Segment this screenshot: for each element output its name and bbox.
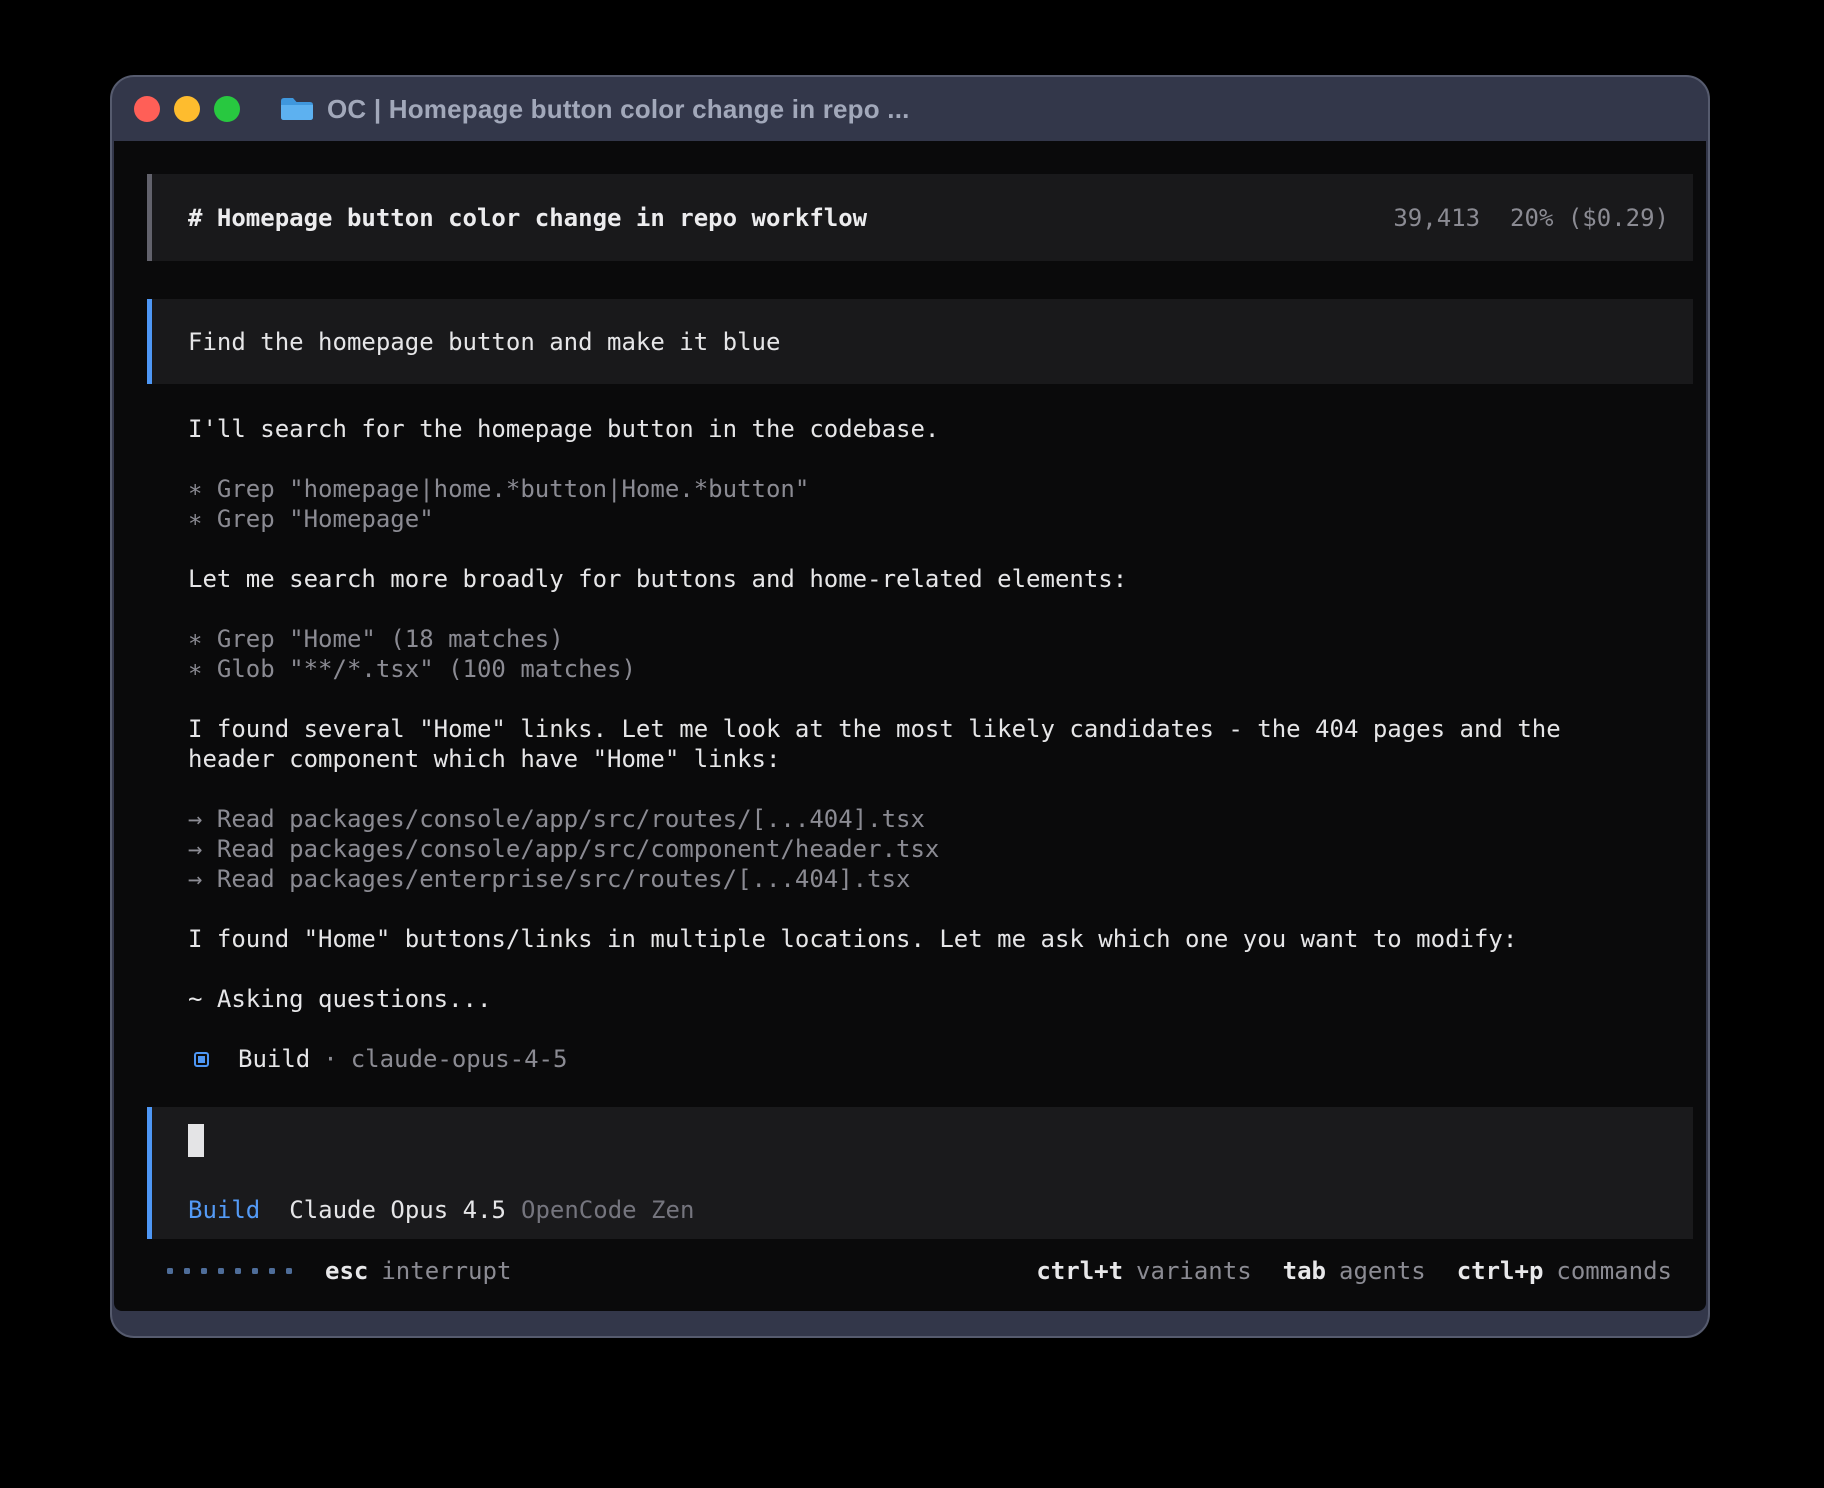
transcript-line: ~ Asking questions... — [188, 984, 1693, 1014]
hint-interrupt: esc interrupt — [325, 1256, 511, 1286]
session-title: # Homepage button color change in repo w… — [188, 203, 867, 233]
input-meta-row: Build Claude Opus 4.5 OpenCode Zen — [188, 1195, 1693, 1225]
mode-badge[interactable]: Build — [188, 1195, 260, 1225]
traffic-lights — [112, 96, 240, 122]
session-header: # Homepage button color change in repo w… — [147, 174, 1693, 261]
agent-icon-dot — [198, 1056, 205, 1063]
spinner-dot — [235, 1268, 241, 1274]
transcript-line: ∗ Grep "homepage|home.*button|Home.*butt… — [188, 474, 1693, 504]
transcript-line: ∗ Grep "Home" (18 matches) — [188, 624, 1693, 654]
user-message-text: Find the homepage button and make it blu… — [188, 327, 780, 357]
hint-label: variants — [1136, 1257, 1252, 1285]
hint-commands: ctrl+p commands — [1457, 1256, 1672, 1286]
transcript-line: ∗ Grep "Homepage" — [188, 504, 1693, 534]
minimize-button[interactable] — [174, 96, 200, 122]
transcript-block: I found several "Home" links. Let me loo… — [188, 714, 1693, 774]
spinner-dot — [167, 1268, 173, 1274]
terminal-window: OC | Homepage button color change in rep… — [110, 75, 1710, 1338]
transcript-line: → Read packages/enterprise/src/routes/[.… — [188, 864, 1693, 894]
spinner-dot — [286, 1268, 292, 1274]
key-tab: tab — [1283, 1257, 1326, 1285]
hint-variants: ctrl+t variants — [1036, 1256, 1251, 1286]
transcript-block: ~ Asking questions... — [188, 984, 1693, 1014]
transcript-line: I found "Home" buttons/links in multiple… — [188, 924, 1693, 954]
user-message: Find the homepage button and make it blu… — [147, 299, 1693, 384]
hint-label: commands — [1556, 1257, 1672, 1285]
token-count: 39,413 — [1393, 203, 1480, 233]
transcript-line: I found several "Home" links. Let me loo… — [188, 714, 1693, 744]
window-title: OC | Homepage button color change in rep… — [327, 94, 910, 125]
agent-icon — [194, 1052, 209, 1067]
transcript: I'll search for the homepage button in t… — [188, 414, 1693, 1014]
agent-model: claude-opus-4-5 — [351, 1044, 568, 1074]
hint-label: agents — [1339, 1257, 1426, 1285]
hint-agents: tab agents — [1283, 1256, 1426, 1286]
transcript-line: ∗ Glob "**/*.tsx" (100 matches) — [188, 654, 1693, 684]
zoom-button[interactable] — [214, 96, 240, 122]
status-right: ctrl+t variants tab agents ctrl+p commands — [1036, 1256, 1672, 1286]
agent-status-line: Build · claude-opus-4-5 — [194, 1044, 1706, 1074]
transcript-line: → Read packages/console/app/src/routes/[… — [188, 804, 1693, 834]
transcript-line: header component which have "Home" links… — [188, 744, 1693, 774]
spinner-dot — [184, 1268, 190, 1274]
spinner-dot — [269, 1268, 275, 1274]
transcript-block: ∗ Grep "homepage|home.*button|Home.*butt… — [188, 474, 1693, 534]
transcript-line: Let me search more broadly for buttons a… — [188, 564, 1693, 594]
spinner-dot — [201, 1268, 207, 1274]
desktop-background: OC | Homepage button color change in rep… — [0, 0, 1824, 1488]
separator-dot-icon: · — [323, 1044, 337, 1074]
transcript-line: → Read packages/console/app/src/componen… — [188, 834, 1693, 864]
text-cursor — [188, 1124, 204, 1157]
stats-spacer — [1480, 203, 1510, 233]
esc-label: interrupt — [381, 1257, 511, 1285]
key-ctrl+t: ctrl+t — [1036, 1257, 1123, 1285]
close-button[interactable] — [134, 96, 160, 122]
agent-name: Build — [238, 1044, 310, 1074]
title-group: OC | Homepage button color change in rep… — [280, 94, 910, 125]
folder-icon — [280, 95, 314, 123]
transcript-block: → Read packages/console/app/src/routes/[… — [188, 804, 1693, 894]
transcript-block: I found "Home" buttons/links in multiple… — [188, 924, 1693, 954]
prompt-input[interactable]: Build Claude Opus 4.5 OpenCode Zen — [147, 1107, 1693, 1239]
model-name[interactable]: Claude Opus 4.5 — [289, 1195, 506, 1225]
context-usage: 20% ($0.29) — [1510, 203, 1669, 233]
transcript-block: ∗ Grep "Home" (18 matches)∗ Glob "**/*.t… — [188, 624, 1693, 684]
spinner-dot — [252, 1268, 258, 1274]
transcript-line: I'll search for the homepage button in t… — [188, 414, 1693, 444]
transcript-block: Let me search more broadly for buttons a… — [188, 564, 1693, 594]
provider-name: OpenCode Zen — [521, 1195, 694, 1225]
terminal-content: # Homepage button color change in repo w… — [114, 141, 1706, 1311]
spinner-dot — [218, 1268, 224, 1274]
window-titlebar[interactable]: OC | Homepage button color change in rep… — [112, 77, 1708, 141]
key-ctrl+p: ctrl+p — [1457, 1257, 1544, 1285]
transcript-block: I'll search for the homepage button in t… — [188, 414, 1693, 444]
status-bar: escinterrupt ctrl+tvariantstabagentsctrl… — [167, 1256, 1672, 1286]
working-spinner — [167, 1268, 292, 1274]
esc-key: esc — [325, 1257, 368, 1285]
session-stats: 39,413 20% ($0.29) — [1393, 203, 1669, 233]
status-left: esc interrupt — [167, 1256, 511, 1286]
